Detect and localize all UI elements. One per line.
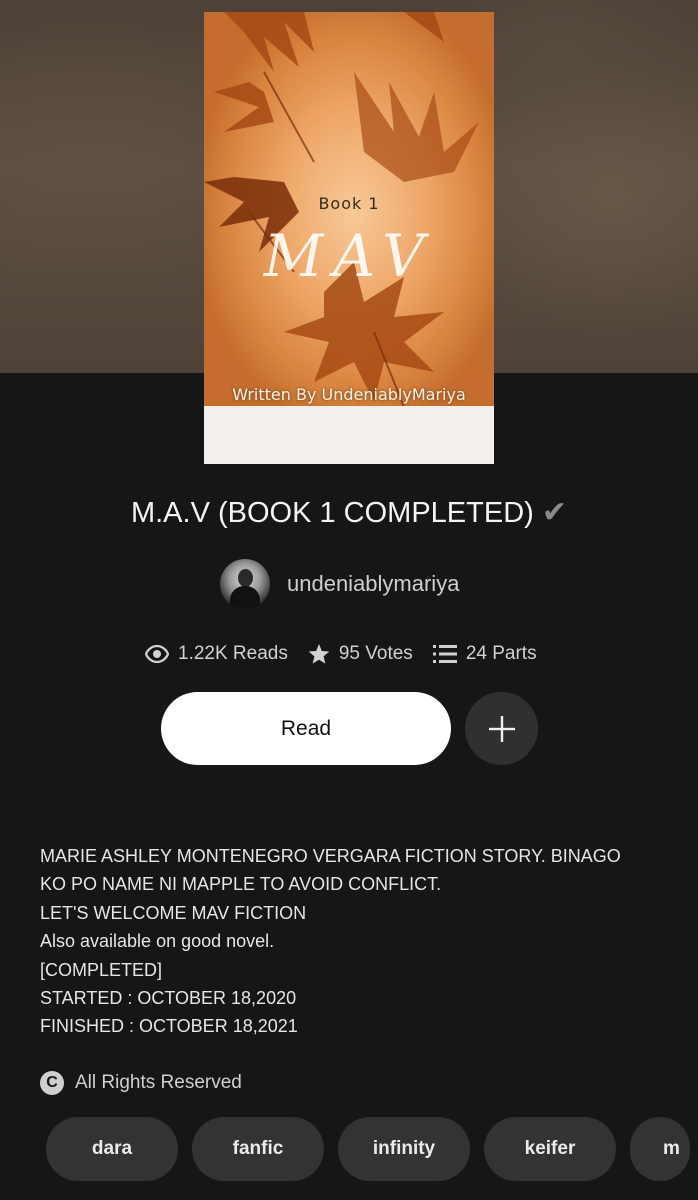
copyright-icon: C [40,1071,64,1095]
description-line: MARIE ASHLEY MONTENEGRO VERGARA FICTION … [40,846,621,866]
tag-chip[interactable]: dara [46,1117,178,1181]
add-to-library-button[interactable] [465,692,538,765]
avatar[interactable] [220,559,270,609]
author-row[interactable]: undeniablymariya [220,559,459,609]
eye-icon [145,645,169,663]
parts-stat[interactable]: 24 Parts [432,643,537,665]
tag-chip[interactable]: m [630,1117,690,1181]
votes-stat: 95 Votes [308,643,413,665]
description-line: LET'S WELCOME MAV FICTION [40,902,307,923]
book-cover[interactable]: Book 1 MAV Written By UndeniablyMariya [204,12,494,464]
copyright-label: All Rights Reserved [75,1072,242,1093]
cover-title-art: MAV [263,222,435,290]
reads-stat: 1.22K Reads [145,643,288,665]
description-line: FINISHED : OCTOBER 18,2021 [40,1016,298,1037]
cover-book-label: Book 1 [318,194,380,213]
story-stats: 1.22K Reads 95 Votes 24 Parts [145,640,557,668]
copyright-row: C All Rights Reserved [40,1071,242,1095]
description-line: Also available on good novel. [40,931,275,952]
parts-count[interactable]: 24 Parts [466,643,537,665]
description-line: KO PO NAME NI MAPPLE TO AVOID CONFLICT. [40,874,442,895]
author-name[interactable]: undeniablymariya [287,571,459,597]
tag-list: dara fanfic infinity keifer m [46,1117,690,1181]
tag-chip[interactable]: fanfic [192,1117,324,1181]
reads-count: 1.22K Reads [178,643,288,664]
description-line: STARTED : OCTOBER 18,2020 [40,988,297,1009]
story-description: MARIE ASHLEY MONTENEGRO VERGARA FICTION … [40,842,670,1041]
tag-chip[interactable]: keifer [484,1117,616,1181]
votes-count: 95 Votes [338,643,413,664]
plus-icon [488,715,515,742]
list-icon [432,645,457,663]
check-icon: ✔ [541,496,568,529]
description-line: [COMPLETED] [40,959,163,980]
story-title: M.A.V (BOOK 1 COMPLETED) ✔ [0,495,698,530]
cover-bottom-strip [204,406,494,464]
star-icon [308,643,330,664]
cover-author-credit: Written By UndeniablyMariya [232,385,466,404]
story-title-text: M.A.V (BOOK 1 COMPLETED) [130,497,534,529]
tag-chip[interactable]: infinity [338,1117,470,1181]
read-button[interactable]: Read [161,692,451,765]
